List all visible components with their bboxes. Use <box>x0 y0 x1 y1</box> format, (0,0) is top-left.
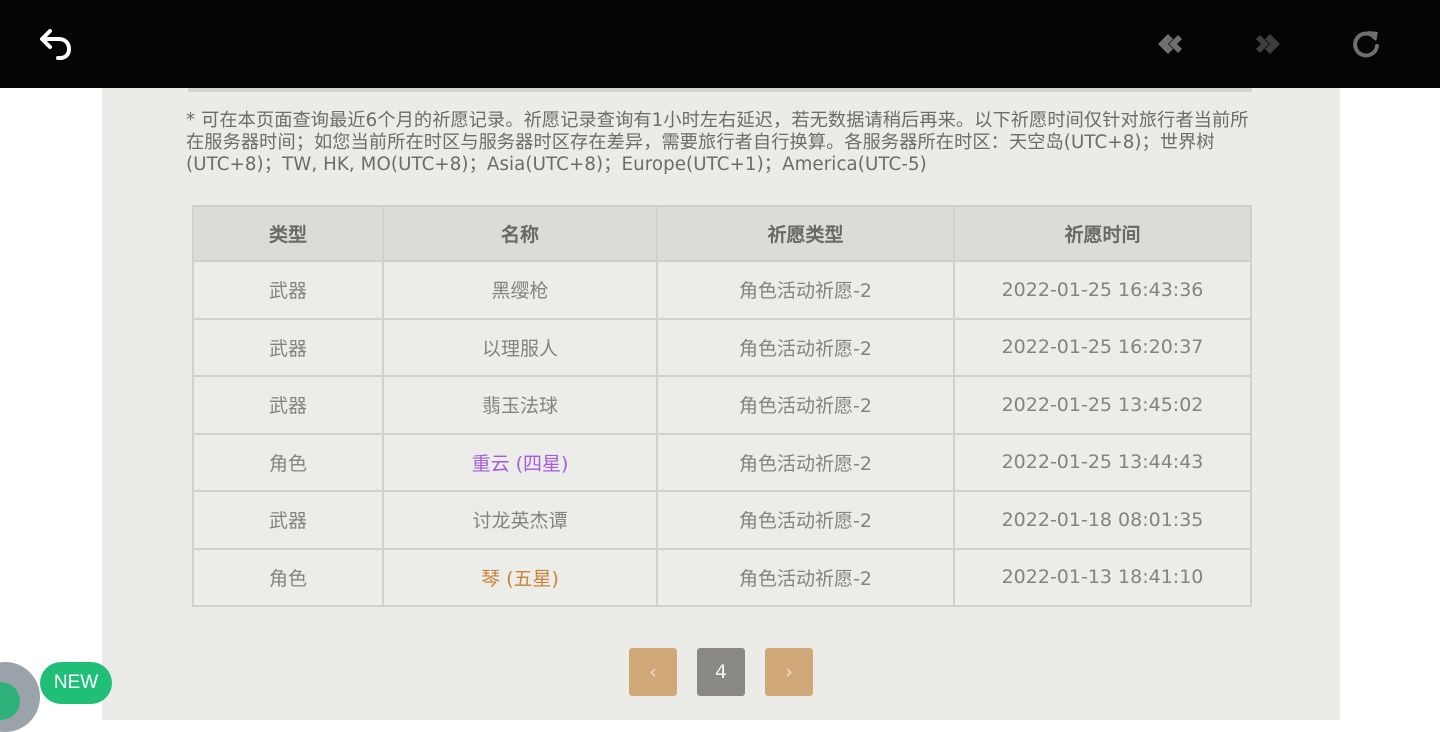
cell-type: 武器 <box>192 490 384 550</box>
table-row: 武器 讨龙英杰谭 角色活动祈愿-2 2022-01-18 08:01:35 <box>192 490 1252 550</box>
table-header-row: 类型 名称 祈愿类型 祈愿时间 <box>192 205 1252 262</box>
wish-records-table: 类型 名称 祈愿类型 祈愿时间 武器 黑缨枪 角色活动祈愿-2 2022-01-… <box>192 205 1252 607</box>
cell-name-four-star: 重云 (四星) <box>382 432 658 492</box>
back-arrow-icon[interactable] <box>34 22 78 66</box>
cell-wish-type: 角色活动祈愿-2 <box>656 490 955 550</box>
cell-name: 黑缨枪 <box>382 260 658 320</box>
cell-wish-time: 2022-01-13 18:41:10 <box>953 547 1252 607</box>
cell-type: 角色 <box>192 432 384 492</box>
header-name: 名称 <box>382 205 658 262</box>
next-page-button[interactable]: › <box>765 648 813 696</box>
cell-wish-type: 角色活动祈愿-2 <box>656 432 955 492</box>
notice-text: * 可在本页面查询最近6个月的祈愿记录。祈愿记录查询有1小时左右延迟，若无数据请… <box>186 110 1249 175</box>
cell-wish-type: 角色活动祈愿-2 <box>656 317 955 377</box>
cell-wish-time: 2022-01-25 13:44:43 <box>953 432 1252 492</box>
cell-wish-type: 角色活动祈愿-2 <box>656 260 955 320</box>
header-wish-time: 祈愿时间 <box>953 205 1252 262</box>
previous-page-button[interactable]: ‹ <box>629 648 677 696</box>
new-badge[interactable]: NEW <box>40 662 112 704</box>
header-type: 类型 <box>192 205 384 262</box>
table-row: 武器 以理服人 角色活动祈愿-2 2022-01-25 16:20:37 <box>192 317 1252 377</box>
navigate-forward-icon[interactable] <box>1246 22 1290 66</box>
header-wish-type: 祈愿类型 <box>656 205 955 262</box>
cell-wish-time: 2022-01-25 16:43:36 <box>953 260 1252 320</box>
cell-name-five-star: 琴 (五星) <box>382 547 658 607</box>
cell-type: 角色 <box>192 547 384 607</box>
cell-wish-time: 2022-01-25 16:20:37 <box>953 317 1252 377</box>
browser-toolbar <box>0 0 1440 88</box>
cell-name: 讨龙英杰谭 <box>382 490 658 550</box>
navigate-back-icon[interactable] <box>1148 22 1192 66</box>
cell-type: 武器 <box>192 375 384 435</box>
table-row: 角色 重云 (四星) 角色活动祈愿-2 2022-01-25 13:44:43 <box>192 432 1252 492</box>
cell-name: 以理服人 <box>382 317 658 377</box>
cell-name: 翡玉法球 <box>382 375 658 435</box>
current-page-indicator: 4 <box>697 648 745 696</box>
pagination: ‹ 4 › <box>102 648 1340 696</box>
cell-wish-type: 角色活动祈愿-2 <box>656 375 955 435</box>
cell-wish-type: 角色活动祈愿-2 <box>656 547 955 607</box>
table-row: 武器 翡玉法球 角色活动祈愿-2 2022-01-25 13:45:02 <box>192 375 1252 435</box>
cell-wish-time: 2022-01-18 08:01:35 <box>953 490 1252 550</box>
table-row: 角色 琴 (五星) 角色活动祈愿-2 2022-01-13 18:41:10 <box>192 547 1252 607</box>
panel-divider <box>188 88 1252 92</box>
cell-type: 武器 <box>192 317 384 377</box>
cell-type: 武器 <box>192 260 384 320</box>
table-row: 武器 黑缨枪 角色活动祈愿-2 2022-01-25 16:43:36 <box>192 260 1252 320</box>
wish-history-panel: * 可在本页面查询最近6个月的祈愿记录。祈愿记录查询有1小时左右延迟，若无数据请… <box>102 88 1340 720</box>
refresh-icon[interactable] <box>1344 22 1388 66</box>
cell-wish-time: 2022-01-25 13:45:02 <box>953 375 1252 435</box>
